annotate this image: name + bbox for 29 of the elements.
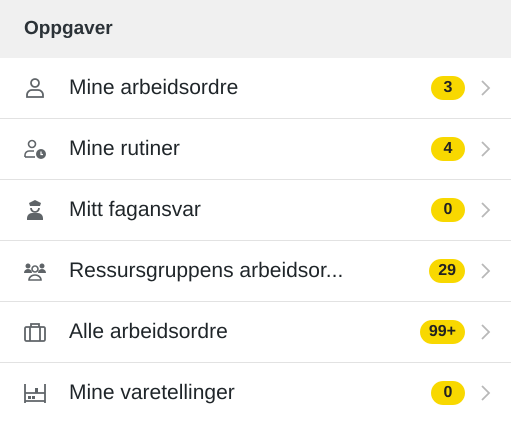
item-label: Mitt fagansvar xyxy=(69,198,202,222)
person-icon xyxy=(23,76,47,100)
chevron-icon xyxy=(479,323,491,341)
chevron-icon xyxy=(479,79,491,97)
chevron-icon xyxy=(479,262,491,280)
menu-item[interactable]: Mitt fagansvar 0 xyxy=(0,180,511,241)
item-label: Mine arbeidsordre xyxy=(69,76,240,100)
menu-item[interactable]: Mine rutiner 4 xyxy=(0,119,511,180)
briefcase-icon xyxy=(23,320,47,344)
item-label: Ressursgruppens arbeidsor... xyxy=(69,259,344,283)
count-badge: 4 xyxy=(431,137,465,161)
person-clock-icon xyxy=(23,137,47,161)
menu-item[interactable]: Ressursgruppens arbeidsor... 29 xyxy=(0,241,511,302)
item-label: Mine rutiner xyxy=(69,137,181,161)
menu-item[interactable]: Alle arbeidsordre 99+ xyxy=(0,302,511,363)
item-label: Alle arbeidsordre xyxy=(69,320,229,344)
chevron-icon xyxy=(479,384,491,402)
count-badge: 99+ xyxy=(420,320,465,344)
count-badge: 0 xyxy=(431,381,465,405)
item-label: Mine varetellinger xyxy=(69,381,236,405)
menu-item[interactable]: Mine varetellinger 0 xyxy=(0,363,511,423)
count-badge: 0 xyxy=(431,198,465,222)
chevron-icon xyxy=(479,201,491,219)
chevron-icon xyxy=(479,140,491,158)
shelf-icon xyxy=(23,381,47,405)
count-badge: 29 xyxy=(429,259,465,283)
menu-item[interactable]: Mine arbeidsordre 3 xyxy=(0,58,511,119)
section-title: Oppgaver xyxy=(24,18,113,40)
count-badge: 3 xyxy=(431,76,465,100)
